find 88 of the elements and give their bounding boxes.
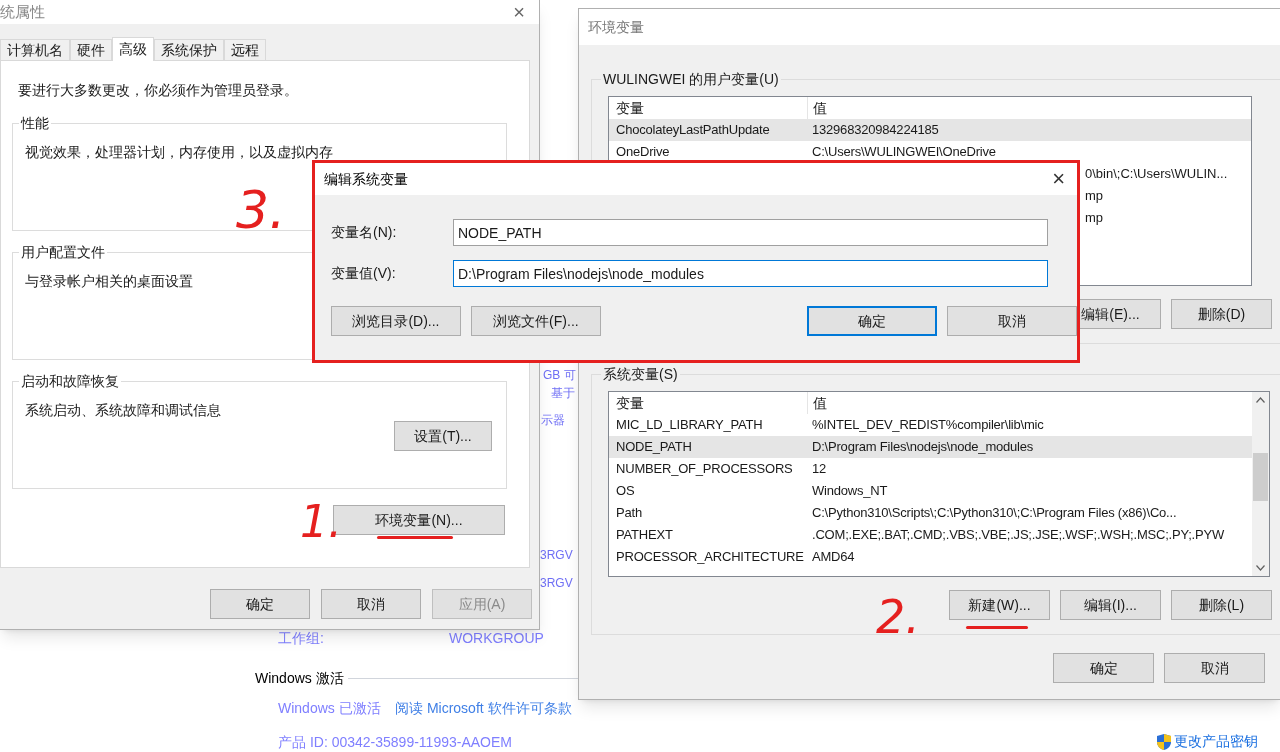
list-row[interactable]: MIC_LD_LIBRARY_PATH %INTEL_DEV_REDIST%compiler\lib\mic — [609, 414, 1252, 436]
table-cell-text: %INTEL_DEV_REDIST%compiler\lib\mic — [811, 416, 1044, 435]
group-description: 系统启动、系统故障和调试信息 — [25, 401, 221, 420]
group-title: 性能 — [19, 114, 50, 133]
annotation-number: 2. — [876, 594, 920, 640]
group-title: 系统变量(S) — [602, 365, 679, 384]
list-row[interactable]: OS Windows_NT — [609, 480, 1252, 502]
shield-icon — [1156, 732, 1172, 751]
scroll-down-icon[interactable] — [1256, 565, 1265, 571]
tab[interactable]: 高级 — [112, 37, 154, 61]
group-title: 用户配置文件 — [20, 243, 106, 262]
list-row[interactable]: NODE_PATH D:\Program Files\nodejs\node_modules — [609, 436, 1252, 458]
table-cell-text: D:\Program Files\nodejs\node_modules — [811, 438, 1034, 457]
button[interactable]: 编辑(I)... — [1060, 590, 1161, 620]
link-text: GB 可 — [543, 367, 576, 384]
change-key-link[interactable]: 更改产品密钥 — [1174, 731, 1258, 752]
field-label: 变量值(V): — [330, 264, 397, 283]
table-cell-text: OS — [615, 482, 636, 501]
tab[interactable]: 系统保护 — [154, 39, 224, 61]
scroll-up-icon[interactable] — [1256, 397, 1265, 403]
tab[interactable]: 计算机名 — [0, 39, 70, 61]
window-title: 环境变量 — [588, 17, 644, 37]
button[interactable]: 浏览目录(D)... — [331, 306, 461, 336]
group-title: WULINGWEI 的用户变量(U) — [602, 70, 780, 89]
table-cell-text: 12 — [811, 460, 827, 479]
list-row[interactable]: Path C:\Python310\Scripts\;C:\Python310\;C:\Program Files (x86)\Co... — [609, 502, 1252, 524]
table-cell-text: NUMBER_OF_PROCESSORS — [615, 460, 794, 479]
table-cell-text: PATHEXT — [615, 526, 674, 545]
button[interactable]: 取消 — [947, 306, 1077, 336]
link-text: 3RGV — [540, 575, 573, 592]
button[interactable]: 删除(D) — [1171, 299, 1272, 329]
text-field[interactable]: D:\Program Files\nodejs\node_modules — [453, 260, 1048, 287]
column-header: 值 — [812, 98, 827, 118]
field-label: 工作组: — [278, 629, 324, 648]
list-row[interactable]: ChocolateyLastPathUpdate 132968320984224185 — [609, 119, 1251, 141]
section-heading: Windows 激活 — [255, 669, 344, 688]
column-header: 值 — [812, 393, 827, 413]
notice-text: 要进行大多数更改，你必须作为管理员登录。 — [17, 81, 299, 100]
tab[interactable]: 硬件 — [70, 39, 112, 61]
product-id: 产品 ID: 00342-35899-11993-AAOEM — [278, 733, 512, 752]
close-button[interactable]: × — [513, 2, 525, 22]
window-title: 统属性 — [0, 1, 45, 22]
license-link[interactable]: 阅读 Microsoft 软件许可条款 — [395, 698, 572, 719]
underline-mark — [966, 626, 1028, 629]
list-row[interactable]: PATHEXT .COM;.EXE;.BAT;.CMD;.VBS;.VBE;.JS;.JSE;.WSF;.WSH;.MSC;.PY;.PYW — [609, 524, 1252, 546]
scrollbar[interactable] — [1252, 392, 1269, 576]
settings-button[interactable]: 设置(T)... — [394, 421, 492, 451]
activation-status: Windows 已激活 — [278, 699, 381, 718]
link-text: 示器 — [541, 412, 565, 429]
table-cell-text: AMD64 — [811, 548, 855, 567]
group-description: 视觉效果，处理器计划，内存使用，以及虚拟内存 — [25, 143, 333, 162]
table-cell-text: mp — [1085, 209, 1104, 228]
window-title: 编辑系统变量 — [324, 169, 408, 189]
close-button[interactable]: × — [1052, 168, 1065, 190]
scroll-thumb[interactable] — [1253, 453, 1268, 501]
button[interactable]: 新建(W)... — [949, 590, 1050, 620]
group-description: 与登录帐户相关的桌面设置 — [25, 272, 193, 291]
button[interactable]: 确定 — [1053, 653, 1154, 683]
button[interactable]: 确定 — [806, 306, 938, 336]
table-cell-text: PROCESSOR_ARCHITECTURE — [615, 548, 805, 567]
list-row[interactable]: NUMBER_OF_PROCESSORS 12 — [609, 458, 1252, 480]
button[interactable]: 删除(L) — [1171, 590, 1272, 620]
button[interactable]: 取消 — [321, 589, 421, 619]
button[interactable]: 浏览文件(F)... — [470, 306, 601, 336]
link-text: 基于 — [551, 385, 575, 402]
annotation-number: 3. — [236, 184, 286, 236]
table-cell-text: 132968320984224185 — [811, 121, 939, 140]
table-cell-text: OneDrive — [615, 143, 671, 162]
text-field[interactable]: NODE_PATH — [453, 219, 1048, 246]
group-title: 启动和故障恢复 — [20, 372, 120, 391]
field-value: WORKGROUP — [449, 629, 544, 648]
table-cell-text: Path — [615, 504, 643, 523]
table-cell-text: .COM;.EXE;.BAT;.CMD;.VBS;.VBE;.JS;.JSE;.WSF;.WSH;.MSC;.PY;.PYW — [811, 526, 1224, 545]
button[interactable]: 确定 — [210, 589, 310, 619]
table-cell-text: NODE_PATH — [615, 438, 693, 457]
list-row[interactable]: PROCESSOR_ARCHITECTURE AMD64 — [609, 546, 1252, 568]
tab[interactable]: 远程 — [224, 39, 266, 61]
table-cell-text: C:\Python310\Scripts\;C:\Python310\;C:\Program Files (x86)\Co... — [811, 504, 1177, 523]
table-cell-text: C:\Users\WULINGWEI\OneDrive — [811, 143, 996, 162]
table-cell-text: ChocolateyLastPathUpdate — [615, 121, 771, 140]
column-header: 变量 — [609, 392, 808, 414]
table-cell-text: Windows_NT — [811, 482, 888, 501]
link-text: 3RGV — [540, 547, 573, 564]
table-cell-text: mp — [1085, 187, 1104, 206]
field-label: 变量名(N): — [330, 223, 398, 242]
list-row[interactable]: OneDrive C:\Users\WULINGWEI\OneDrive — [609, 141, 1251, 163]
table-cell-text: MIC_LD_LIBRARY_PATH — [615, 416, 764, 435]
button[interactable]: 取消 — [1164, 653, 1265, 683]
